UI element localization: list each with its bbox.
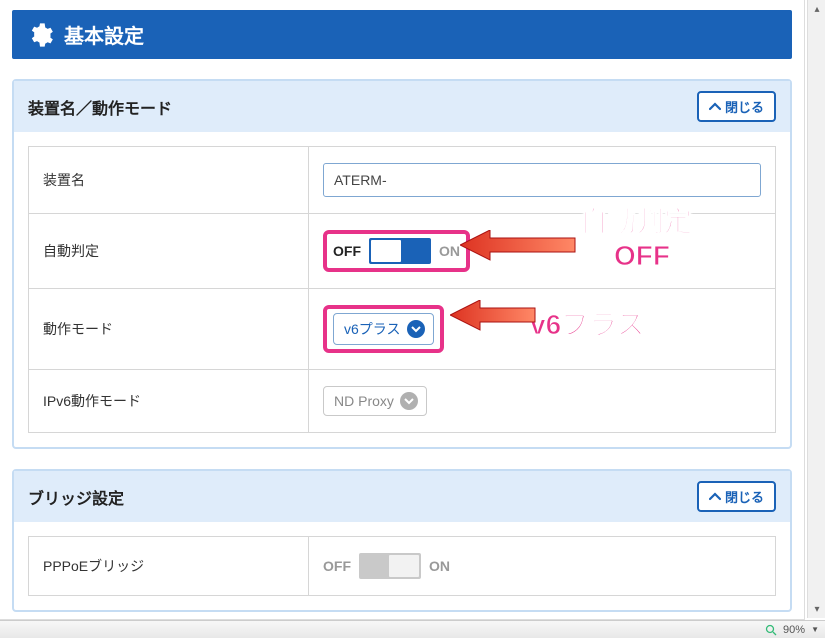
table-row: IPv6動作モード ND Proxy xyxy=(29,370,776,433)
table-row: 動作モード v6プラス xyxy=(29,289,776,370)
row-label: 装置名 xyxy=(29,147,309,214)
page-viewport[interactable]: 基本設定 装置名／動作モード 閉じる 装置名 自動判定 xyxy=(0,0,805,620)
collapse-button[interactable]: 閉じる xyxy=(697,481,776,512)
toggle-off-label: OFF xyxy=(323,558,351,574)
section-title: ブリッジ設定 xyxy=(28,485,124,509)
page-title: 基本設定 xyxy=(64,20,144,49)
row-label: 動作モード xyxy=(29,289,309,370)
chevron-down-icon xyxy=(407,320,425,338)
zoom-level[interactable]: 90% xyxy=(783,624,805,636)
scroll-up-icon[interactable]: ▴ xyxy=(808,0,825,18)
pppoe-bridge-toggle[interactable] xyxy=(359,553,421,579)
row-label: 自動判定 xyxy=(29,214,309,289)
section-bridge: ブリッジ設定 閉じる PPPoEブリッジ OFF ON xyxy=(12,469,792,612)
scroll-down-icon[interactable]: ▾ xyxy=(808,600,825,618)
chevron-down-icon xyxy=(400,392,418,410)
ipv6-mode-dropdown: ND Proxy xyxy=(323,386,427,416)
row-label: PPPoEブリッジ xyxy=(29,537,309,596)
main-header: 基本設定 xyxy=(12,10,792,59)
toggle-off-label: OFF xyxy=(333,243,361,259)
row-value-cell: OFF ON xyxy=(309,537,776,596)
row-value-cell: ND Proxy xyxy=(309,370,776,433)
vertical-scrollbar[interactable]: ▴ ▾ xyxy=(807,0,825,618)
row-value-cell: OFF ON xyxy=(309,214,776,289)
device-name-input[interactable] xyxy=(323,163,761,197)
toggle-knob xyxy=(389,555,419,577)
dropdown-value: v6プラス xyxy=(344,319,401,339)
table-row: PPPoEブリッジ OFF ON xyxy=(29,537,776,596)
section-title: 装置名／動作モード xyxy=(28,95,172,119)
settings-table: 装置名 自動判定 OFF ON xyxy=(28,146,776,433)
collapse-label: 閉じる xyxy=(725,97,764,116)
zoom-icon xyxy=(765,624,777,636)
operation-mode-dropdown[interactable]: v6プラス xyxy=(333,313,434,345)
gear-icon xyxy=(26,21,54,49)
zoom-dropdown-icon[interactable]: ▼ xyxy=(811,625,819,634)
status-bar: 90% ▼ xyxy=(0,620,825,638)
chevron-up-icon xyxy=(709,489,721,504)
row-value-cell xyxy=(309,147,776,214)
table-row: 自動判定 OFF ON xyxy=(29,214,776,289)
highlight-frame: v6プラス xyxy=(323,305,444,353)
chevron-up-icon xyxy=(709,99,721,114)
scrollbar-track[interactable] xyxy=(808,18,825,600)
toggle-knob xyxy=(371,240,401,262)
section-header: ブリッジ設定 閉じる xyxy=(14,471,790,522)
section-device-mode: 装置名／動作モード 閉じる 装置名 自動判定 OFF xyxy=(12,79,792,449)
table-row: 装置名 xyxy=(29,147,776,214)
settings-table: PPPoEブリッジ OFF ON xyxy=(28,536,776,596)
collapse-button[interactable]: 閉じる xyxy=(697,91,776,122)
section-header: 装置名／動作モード 閉じる xyxy=(14,81,790,132)
row-value-cell: v6プラス xyxy=(309,289,776,370)
toggle-on-label: ON xyxy=(429,558,450,574)
dropdown-value: ND Proxy xyxy=(334,393,394,409)
toggle-on-label: ON xyxy=(439,243,460,259)
row-label: IPv6動作モード xyxy=(29,370,309,433)
auto-detect-toggle[interactable] xyxy=(369,238,431,264)
collapse-label: 閉じる xyxy=(725,487,764,506)
highlight-frame: OFF ON xyxy=(323,230,470,272)
